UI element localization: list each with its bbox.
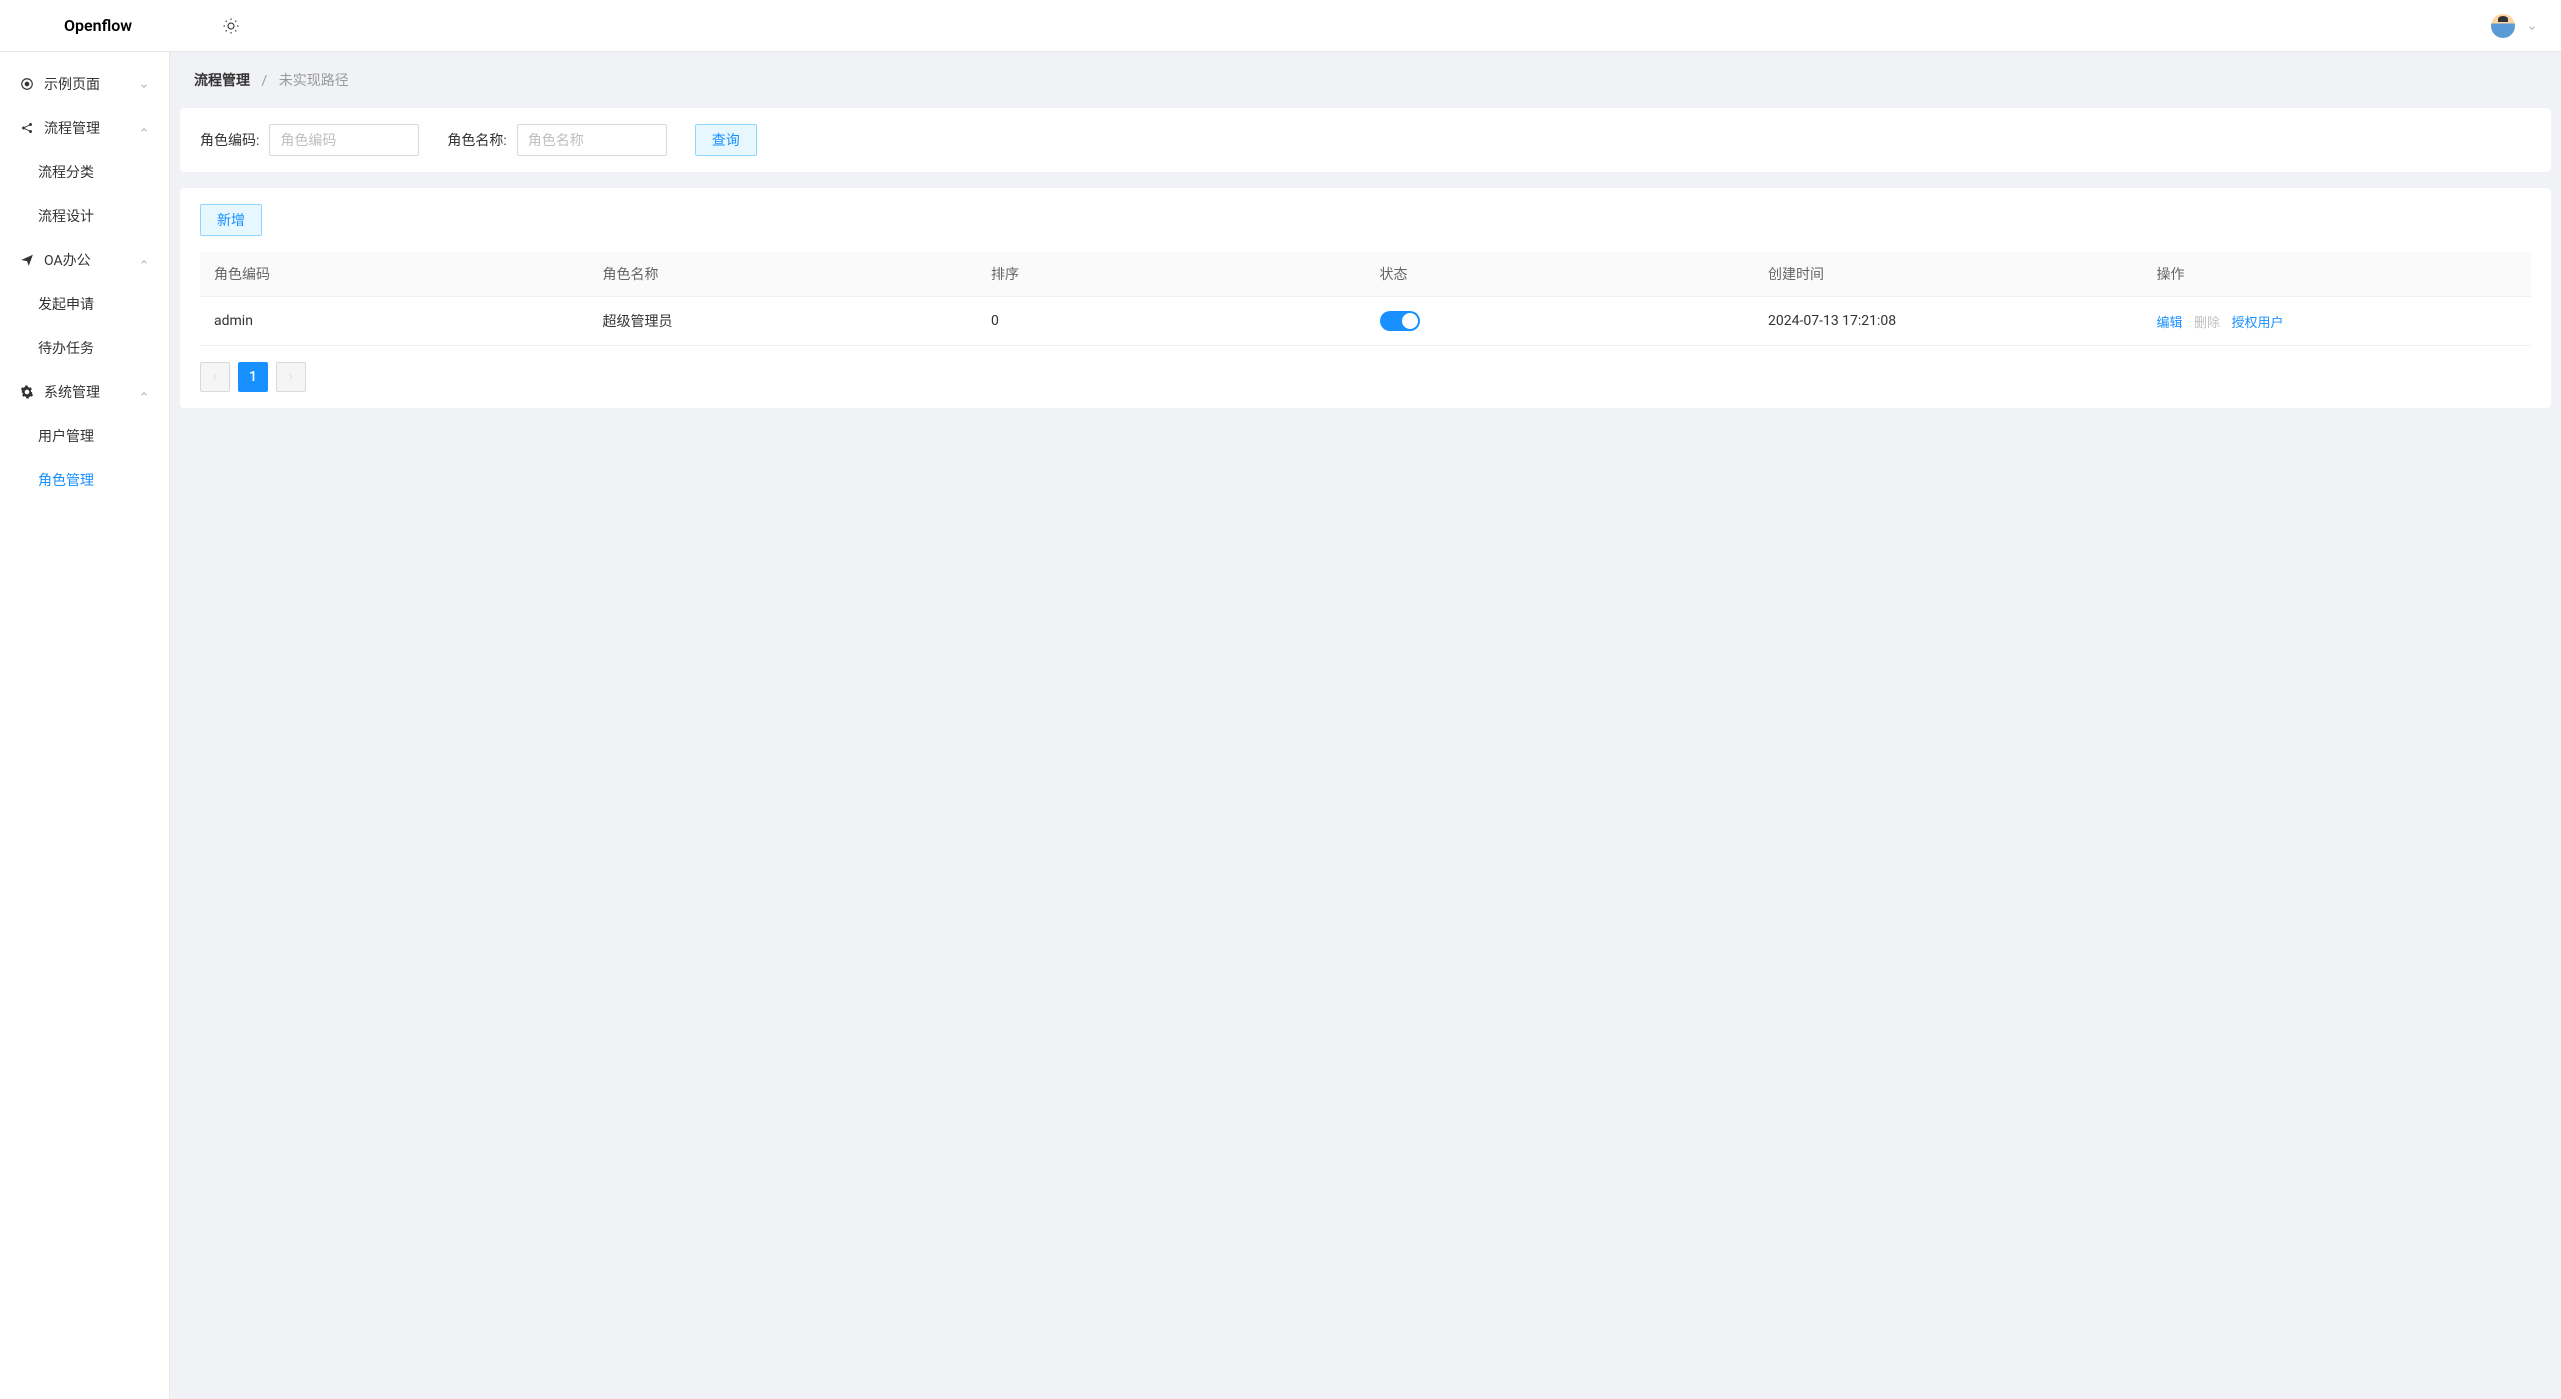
sidebar-subitem-label: 流程分类 <box>38 162 94 182</box>
code-input[interactable] <box>269 124 419 156</box>
authorize-link[interactable]: 授权用户 <box>2232 316 2284 331</box>
chevron-down-icon[interactable] <box>2527 21 2537 31</box>
th-sort: 排序 <box>977 252 1366 297</box>
layout: 示例页面 流程管理 流程分类 流程设计 <box>0 52 2561 1399</box>
sidebar-item-label: OA办公 <box>44 250 91 270</box>
table-panel: 新增 角色编码 角色名称 排序 状态 创建时间 操作 admin <box>180 188 2551 408</box>
code-label: 角色编码: <box>200 130 259 150</box>
sidebar-subitem-label: 流程设计 <box>38 206 94 226</box>
search-panel: 角色编码: 角色名称: 查询 <box>180 108 2551 172</box>
delete-link[interactable]: 删除 <box>2194 316 2220 331</box>
logo[interactable]: Openflow <box>24 16 132 35</box>
role-table: 角色编码 角色名称 排序 状态 创建时间 操作 admin 超级管理员 0 <box>200 252 2531 346</box>
name-label: 角色名称: <box>447 130 506 150</box>
sidebar-subitem-todo[interactable]: 待办任务 <box>0 326 169 370</box>
table-row: admin 超级管理员 0 2024-07-13 17:21:08 编辑 删除 … <box>200 297 2531 346</box>
form-group-name: 角色名称: <box>447 124 666 156</box>
pagination: 1 <box>200 362 2531 392</box>
cell-actions: 编辑 删除 授权用户 <box>2143 297 2532 346</box>
chevron-up-icon <box>139 123 149 133</box>
th-name: 角色名称 <box>589 252 978 297</box>
add-button[interactable]: 新增 <box>200 204 262 236</box>
name-input[interactable] <box>517 124 667 156</box>
breadcrumb-current: 未实现路径 <box>279 73 349 89</box>
breadcrumb: 流程管理 / 未实现路径 <box>170 52 2561 108</box>
sidebar-item-example[interactable]: 示例页面 <box>0 62 169 106</box>
breadcrumb-separator: / <box>261 73 267 89</box>
sidebar-subitem-flow-category[interactable]: 流程分类 <box>0 150 169 194</box>
header-left: Openflow <box>24 16 240 35</box>
content: 流程管理 / 未实现路径 角色编码: 角色名称: 查询 新增 角色编码 <box>170 52 2561 1399</box>
cell-code: admin <box>200 297 589 346</box>
page-prev-button[interactable] <box>200 362 230 392</box>
sidebar-item-system[interactable]: 系统管理 <box>0 370 169 414</box>
theme-toggle-icon[interactable] <box>222 17 240 35</box>
gear-icon <box>20 385 34 399</box>
sidebar-item-label: 系统管理 <box>44 382 100 402</box>
sidebar-item-label: 流程管理 <box>44 118 100 138</box>
chevron-up-icon <box>139 255 149 265</box>
sidebar-subitem-label: 发起申请 <box>38 294 94 314</box>
th-actions: 操作 <box>2143 252 2532 297</box>
th-status: 状态 <box>1366 252 1755 297</box>
cell-created: 2024-07-13 17:21:08 <box>1754 297 2143 346</box>
avatar[interactable] <box>2491 14 2515 38</box>
sidebar-item-oa[interactable]: OA办公 <box>0 238 169 282</box>
sidebar-subitem-user-mgmt[interactable]: 用户管理 <box>0 414 169 458</box>
chevron-down-icon <box>139 79 149 89</box>
th-code: 角色编码 <box>200 252 589 297</box>
chevron-up-icon <box>139 387 149 397</box>
sidebar-subitem-label: 用户管理 <box>38 426 94 446</box>
sidebar-item-flow[interactable]: 流程管理 <box>0 106 169 150</box>
sidebar-subitem-role-mgmt[interactable]: 角色管理 <box>0 458 169 502</box>
sidebar: 示例页面 流程管理 流程分类 流程设计 <box>0 52 170 1399</box>
th-created: 创建时间 <box>1754 252 2143 297</box>
page-number-button[interactable]: 1 <box>238 362 268 392</box>
status-switch[interactable] <box>1380 311 1420 331</box>
query-button[interactable]: 查询 <box>695 124 757 156</box>
share-icon <box>20 121 34 135</box>
circle-icon <box>20 77 34 91</box>
cell-status <box>1366 297 1755 346</box>
form-group-code: 角色编码: <box>200 124 419 156</box>
sidebar-subitem-apply[interactable]: 发起申请 <box>0 282 169 326</box>
cell-sort: 0 <box>977 297 1366 346</box>
send-icon <box>20 253 34 267</box>
sidebar-subitem-label: 待办任务 <box>38 338 94 358</box>
header-right <box>2491 14 2537 38</box>
edit-link[interactable]: 编辑 <box>2157 316 2183 331</box>
sidebar-subitem-label: 角色管理 <box>38 470 94 490</box>
page-next-button[interactable] <box>276 362 306 392</box>
sidebar-item-label: 示例页面 <box>44 74 100 94</box>
sidebar-subitem-flow-design[interactable]: 流程设计 <box>0 194 169 238</box>
breadcrumb-parent[interactable]: 流程管理 <box>194 73 250 89</box>
cell-name: 超级管理员 <box>589 297 978 346</box>
header: Openflow <box>0 0 2561 52</box>
